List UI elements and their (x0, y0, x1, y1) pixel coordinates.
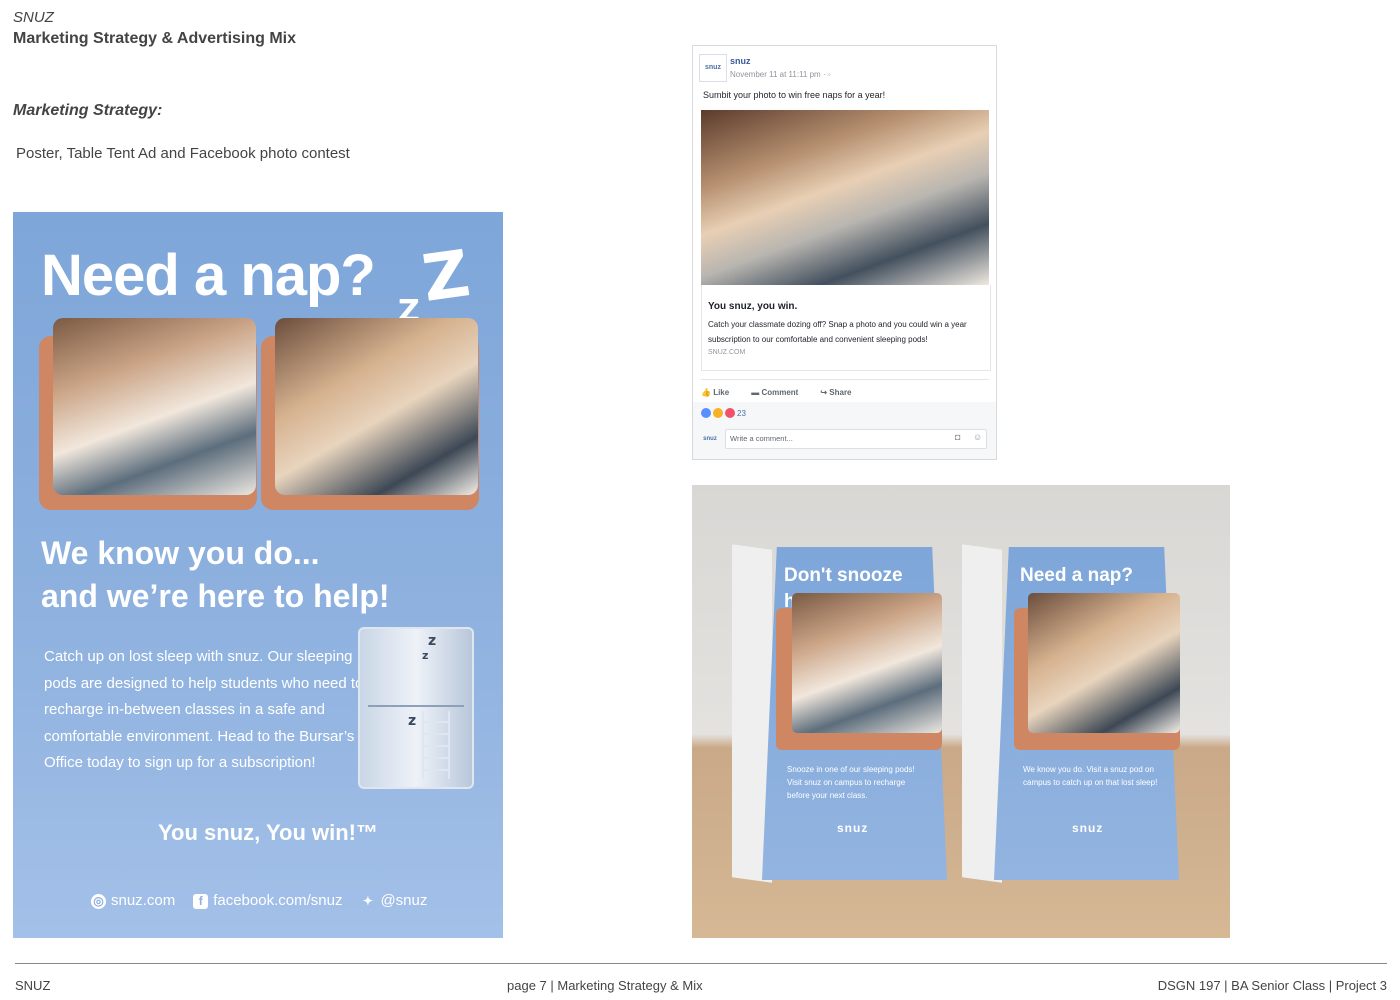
commenter-avatar: snuz (703, 436, 717, 442)
tent-side-right (962, 544, 1002, 883)
twitter-link: ✦ @snuz (360, 892, 427, 909)
facebook-post-mockup: snuz snuz November 11 at 11:11 pm · ◦ Su… (692, 45, 997, 460)
comment-button[interactable]: ▬ Comment (751, 388, 798, 397)
share-button[interactable]: ↪ Share (820, 388, 851, 397)
student-sleeping-photo (53, 318, 256, 495)
sleeping-pod-illustration: z z z (358, 627, 474, 789)
comment-input[interactable]: Write a comment... (725, 429, 987, 449)
table-tent-photo: Don't snooze here... Snooze in one of ou… (692, 485, 1230, 938)
wow-reaction-icon (713, 408, 723, 418)
tent-left-logo: snuz (837, 821, 869, 835)
page-title: Marketing Strategy & Advertising Mix (13, 30, 297, 47)
tent-right-photo (1028, 593, 1180, 733)
link-preview-card[interactable]: You snuz, you win. Catch your classmate … (701, 285, 991, 371)
strategy-text: Poster, Table Tent Ad and Facebook photo… (16, 145, 350, 162)
poster-body-text: Catch up on lost sleep with snuz. Our sl… (44, 648, 364, 771)
post-actions: 👍 Like ▬ Comment ↪ Share (701, 379, 989, 404)
facebook-link: f facebook.com/snuz (193, 892, 342, 909)
love-reaction-icon (725, 408, 735, 418)
link-title: You snuz, you win. (708, 301, 798, 312)
strategy-heading: Marketing Strategy: (13, 102, 163, 119)
footer-brand: SNUZ (15, 978, 51, 993)
poster-contact-links: ◎ snuz.com f facebook.com/snuz ✦ @snuz (91, 892, 427, 909)
brand-name: SNUZ (13, 9, 54, 26)
page-avatar[interactable]: snuz (699, 54, 727, 82)
like-reaction-icon (701, 408, 711, 418)
tent-right-logo: snuz (1072, 821, 1104, 835)
tent-left-body: Snooze in one of our sleeping pods! Visi… (787, 765, 915, 800)
emoji-icon[interactable]: ☺ (973, 432, 982, 442)
poster-slogan: You snuz, You win!™ (158, 820, 378, 845)
page-name-link[interactable]: snuz (730, 56, 751, 66)
footer-page-number: page 7 | Marketing Strategy & Mix (507, 978, 703, 993)
tent-right-headline: Need a nap? (1020, 565, 1133, 586)
poster-tagline: We know you do... and we’re here to help… (41, 532, 390, 618)
globe-icon: ◦ (827, 70, 831, 79)
tagline-line-1: We know you do... (41, 535, 320, 571)
globe-icon: ◎ (91, 894, 106, 909)
footer-divider (15, 963, 1387, 964)
twitter-icon: ✦ (362, 894, 373, 908)
footer-course-info: DSGN 197 | BA Senior Class | Project 3 (1157, 978, 1387, 993)
sleep-z-large-icon: Z (418, 237, 475, 317)
link-domain: SNUZ.COM (708, 349, 746, 356)
poster-ad: Need a nap? Z Z z We know you do... and … (13, 212, 503, 938)
post-timestamp[interactable]: November 11 at 11:11 pm · ◦ (730, 70, 831, 79)
poster-headline: Need a nap? (41, 243, 376, 308)
link-description: Catch your classmate dozing off? Snap a … (708, 320, 967, 344)
camera-icon[interactable]: ◘ (955, 432, 960, 442)
post-image[interactable] (701, 110, 989, 285)
post-text: Sumbit your photo to win free naps for a… (703, 90, 886, 100)
tent-left-photo (792, 593, 942, 733)
website-link: ◎ snuz.com (91, 892, 175, 909)
student-on-book-photo (275, 318, 478, 495)
tagline-line-2: and we’re here to help! (41, 578, 390, 614)
facebook-icon: f (193, 894, 209, 909)
tent-right-body: We know you do. Visit a snuz pod on camp… (1023, 765, 1158, 787)
like-button[interactable]: 👍 Like (701, 388, 729, 397)
reaction-count: 23 (737, 408, 746, 418)
reactions-summary[interactable]: 23 (701, 408, 746, 418)
ladder-icon (422, 711, 450, 779)
